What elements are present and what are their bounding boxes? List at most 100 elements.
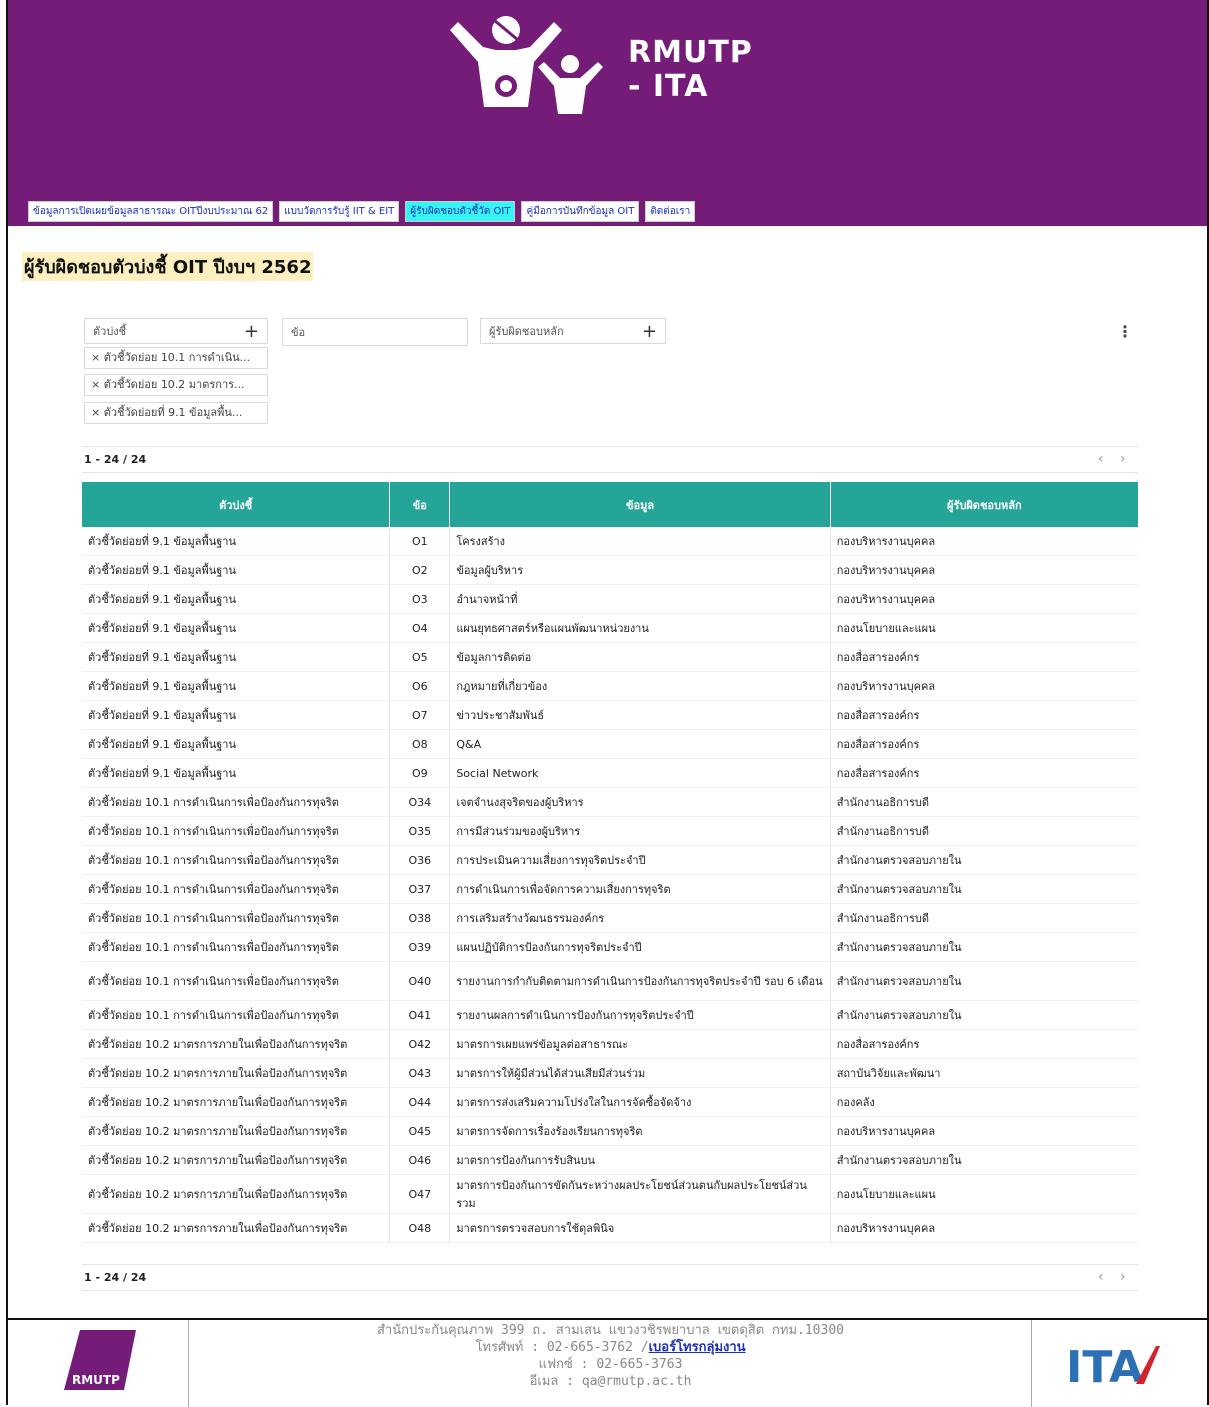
nav-oit-owners[interactable]: ผู้รับผิดชอบตัวชี้วัด OIT [405,201,516,222]
table-row[interactable]: ตัวชี้วัดย่อย 10.1 การดำเนินการเพื่อป้อง… [82,874,1138,904]
plus-icon[interactable]: + [244,321,259,342]
cell-indicator: ตัวชี้วัดย่อยที่ 9.1 ข้อมูลพื้นฐาน [82,700,391,730]
col-header-info[interactable]: ข้อมูล [449,482,831,527]
footer-fax: แฟกซ์ : 02-665-3763 [538,1357,683,1372]
table-row[interactable]: ตัวชี้วัดย่อย 10.2 มาตรการภายในเพื่อป้อง… [82,1058,1138,1088]
cell-item: O43 [389,1058,451,1088]
cell-info: อำนาจหน้าที่ [449,584,831,614]
cell-indicator: ตัวชี้วัดย่อย 10.2 มาตรการภายในเพื่อป้อง… [82,1058,391,1088]
item-filter-input[interactable]: ข้อ [282,318,468,346]
cell-item: O5 [389,642,451,672]
nav-oit-disclosure[interactable]: ข้อมูลการเปิดเผยข้อมูลสาธารณะ OITปีงบประ… [28,201,274,222]
table-row[interactable]: ตัวชี้วัดย่อยที่ 9.1 ข้อมูลพื้นฐาน O5 ข้อม… [82,642,1138,672]
table-row[interactable]: ตัวชี้วัดย่อย 10.2 มาตรการภายในเพื่อป้อง… [82,1174,1138,1214]
more-options-icon[interactable]: ⋮ [1117,322,1133,341]
table-row[interactable]: ตัวชี้วัดย่อยที่ 9.1 ข้อมูลพื้นฐาน O9 Soci… [82,758,1138,788]
table-row[interactable]: ตัวชี้วัดย่อย 10.1 การดำเนินการเพื่อป้อง… [82,961,1138,1001]
table-row[interactable]: ตัวชี้วัดย่อยที่ 9.1 ข้อมูลพื้นฐาน O6 กฎหม… [82,671,1138,701]
table-row[interactable]: ตัวชี้วัดย่อย 10.2 มาตรการภายในเพื่อป้อง… [82,1116,1138,1146]
table-row[interactable]: ตัวชี้วัดย่อย 10.1 การดำเนินการเพื่อป้อง… [82,903,1138,933]
table-row[interactable]: ตัวชี้วัดย่อย 10.2 มาตรการภายในเพื่อป้อง… [82,1213,1138,1243]
rmutp-logo-icon: RMUTP [64,1330,136,1390]
cell-info: แผนยุทธศาสตร์หรือแผนพัฒนาหน่วยงาน [449,613,831,643]
site-footer: RMUTP สำนักประกันคุณภาพ 399 ถ. สามเสน แข… [8,1318,1207,1407]
table-row[interactable]: ตัวชี้วัดย่อยที่ 9.1 ข้อมูลพื้นฐาน O7 ข่าว… [82,700,1138,730]
cell-item: O44 [389,1087,451,1117]
cell-owner: กองนโยบายและแผน [830,1174,1138,1214]
filter-chip[interactable]: × ตัวชี้วัดย่อย 10.1 การดำเนิน... [84,347,268,369]
pager-arrows-icon[interactable]: ‹ › [1098,451,1132,467]
cell-indicator: ตัวชี้วัดย่อยที่ 9.1 ข้อมูลพื้นฐาน [82,613,391,643]
cell-indicator: ตัวชี้วัดย่อย 10.2 มาตรการภายในเพื่อป้อง… [82,1029,391,1059]
nav-oit-manual[interactable]: คู่มือการบันทึกข้อมูล OIT [521,201,640,222]
table-row[interactable]: ตัวชี้วัดย่อยที่ 9.1 ข้อมูลพื้นฐาน O8 Q&A ก… [82,729,1138,759]
table-row[interactable]: ตัวชี้วัดย่อย 10.1 การดำเนินการเพื่อป้อง… [82,816,1138,846]
cell-info: มาตรการตรวจสอบการใช้ดุลพินิจ [449,1213,831,1243]
filter-chip[interactable]: × ตัวชี้วัดย่อย 10.2 มาตรการ... [84,374,268,396]
table-row[interactable]: ตัวชี้วัดย่อย 10.2 มาตรการภายในเพื่อป้อง… [82,1087,1138,1117]
phone-directory-link[interactable]: เบอร์โทรกลุ่มงาน [649,1340,746,1355]
cell-indicator: ตัวชี้วัดย่อย 10.1 การดำเนินการเพื่อป้อง… [82,903,391,933]
footer-phone: โทรศัพท์ : 02-665-3762 /เบอร์โทรกลุ่มงาน [475,1340,746,1355]
cell-item: O1 [389,527,451,556]
filter-chip[interactable]: × ตัวชี้วัดย่อยที่ 9.1 ข้อมูลพื้น... [84,402,268,424]
cell-owner: กองสื่อสารองค์กร [830,700,1138,730]
cell-info: มาตรการจัดการเรื่องร้องเรียนการทุจริต [449,1116,831,1146]
cell-owner: สำนักงานอธิการบดี [830,903,1138,933]
cell-owner: กองสื่อสารองค์กร [830,1029,1138,1059]
nav-contact[interactable]: ติดต่อเรา [645,201,696,222]
top-nav: ข้อมูลการเปิดเผยข้อมูลสาธารณะ OITปีงบประ… [28,201,696,222]
cell-owner: กองบริหารงานบุคคล [830,1116,1138,1146]
cell-indicator: ตัวชี้วัดย่อยที่ 9.1 ข้อมูลพื้นฐาน [82,671,391,701]
cell-item: O35 [389,816,451,846]
table-row[interactable]: ตัวชี้วัดย่อย 10.1 การดำเนินการเพื่อป้อง… [82,787,1138,817]
cell-item: O39 [389,932,451,962]
cell-item: O3 [389,584,451,614]
cell-info: Q&A [449,729,831,759]
cell-info: แผนปฏิบัติการป้องกันการทุจริตประจำปี [449,932,831,962]
cell-info: มาตรการให้ผู้มีส่วนได้ส่วนเสียมีส่วนร่วม [449,1058,831,1088]
table-row[interactable]: ตัวชี้วัดย่อยที่ 9.1 ข้อมูลพื้นฐาน O3 อำนา… [82,584,1138,614]
site-logo[interactable]: RMUTP - ITA [448,12,778,117]
ita-logo-text: ITA [1066,1342,1143,1390]
table-row[interactable]: ตัวชี้วัดย่อย 10.2 มาตรการภายในเพื่อป้อง… [82,1029,1138,1059]
owner-filter[interactable]: ผู้รับผิดชอบหลัก + [480,318,666,344]
divider [82,1264,1138,1265]
cell-owner: กองสื่อสารองค์กร [830,729,1138,759]
divider [82,472,1138,473]
cell-item: O38 [389,903,451,933]
cell-owner: กองสื่อสารองค์กร [830,642,1138,672]
table-row[interactable]: ตัวชี้วัดย่อย 10.1 การดำเนินการเพื่อป้อง… [82,1000,1138,1030]
table-row[interactable]: ตัวชี้วัดย่อย 10.1 การดำเนินการเพื่อป้อง… [82,845,1138,875]
table-row[interactable]: ตัวชี้วัดย่อยที่ 9.1 ข้อมูลพื้นฐาน O4 แผนย… [82,613,1138,643]
table-row[interactable]: ตัวชี้วัดย่อยที่ 9.1 ข้อมูลพื้นฐาน O1 โครง… [82,527,1138,556]
footer-right-logo-cell: ITA [1031,1320,1207,1407]
logo-text: RMUTP - ITA [628,35,753,104]
col-header-item[interactable]: ข้อ [389,482,451,527]
pager-arrows-icon[interactable]: ‹ › [1098,1269,1132,1285]
col-header-owner[interactable]: ผู้รับผิดชอบหลัก [830,482,1138,527]
indicator-filter[interactable]: ตัวบ่งชี้ + [84,318,268,344]
table-row[interactable]: ตัวชี้วัดย่อย 10.2 มาตรการภายในเพื่อป้อง… [82,1145,1138,1175]
cell-info: มาตรการเผยแพร่ข้อมูลต่อสาธารณะ [449,1029,831,1059]
cell-owner: สำนักงานตรวจสอบภายใน [830,1000,1138,1030]
cell-owner: สำนักงานตรวจสอบภายใน [830,932,1138,962]
page-title: ผู้รับผิดชอบตัวบ่งชี้ OIT ปีงบฯ 2562 [22,252,314,281]
table-row[interactable]: ตัวชี้วัดย่อย 10.1 การดำเนินการเพื่อป้อง… [82,932,1138,962]
cell-item: O41 [389,1000,451,1030]
cell-info: มาตรการป้องกันการรับสินบน [449,1145,831,1175]
cell-item: O8 [389,729,451,759]
cell-indicator: ตัวชี้วัดย่อย 10.1 การดำเนินการเพื่อป้อง… [82,932,391,962]
nav-iit-eit-survey[interactable]: แบบวัดการรับรู้ IIT & EIT [279,201,400,222]
col-header-indicator[interactable]: ตัวบ่งชี้ [82,482,391,527]
cell-owner: สำนักงานตรวจสอบภายใน [830,1145,1138,1175]
table-row[interactable]: ตัวชี้วัดย่อยที่ 9.1 ข้อมูลพื้นฐาน O2 ข้อม… [82,555,1138,585]
owner-filter-label: ผู้รับผิดชอบหลัก [489,325,564,338]
plus-icon[interactable]: + [642,321,657,342]
cell-indicator: ตัวชี้วัดย่อย 10.2 มาตรการภายในเพื่อป้อง… [82,1145,391,1175]
cell-info: รายงานผลการดำเนินการป้องกันการทุจริตประจ… [449,1000,831,1030]
cell-owner: สำนักงานตรวจสอบภายใน [830,874,1138,904]
cell-indicator: ตัวชี้วัดย่อย 10.2 มาตรการภายในเพื่อป้อง… [82,1087,391,1117]
cell-indicator: ตัวชี้วัดย่อยที่ 9.1 ข้อมูลพื้นฐาน [82,758,391,788]
divider [82,1290,1138,1291]
